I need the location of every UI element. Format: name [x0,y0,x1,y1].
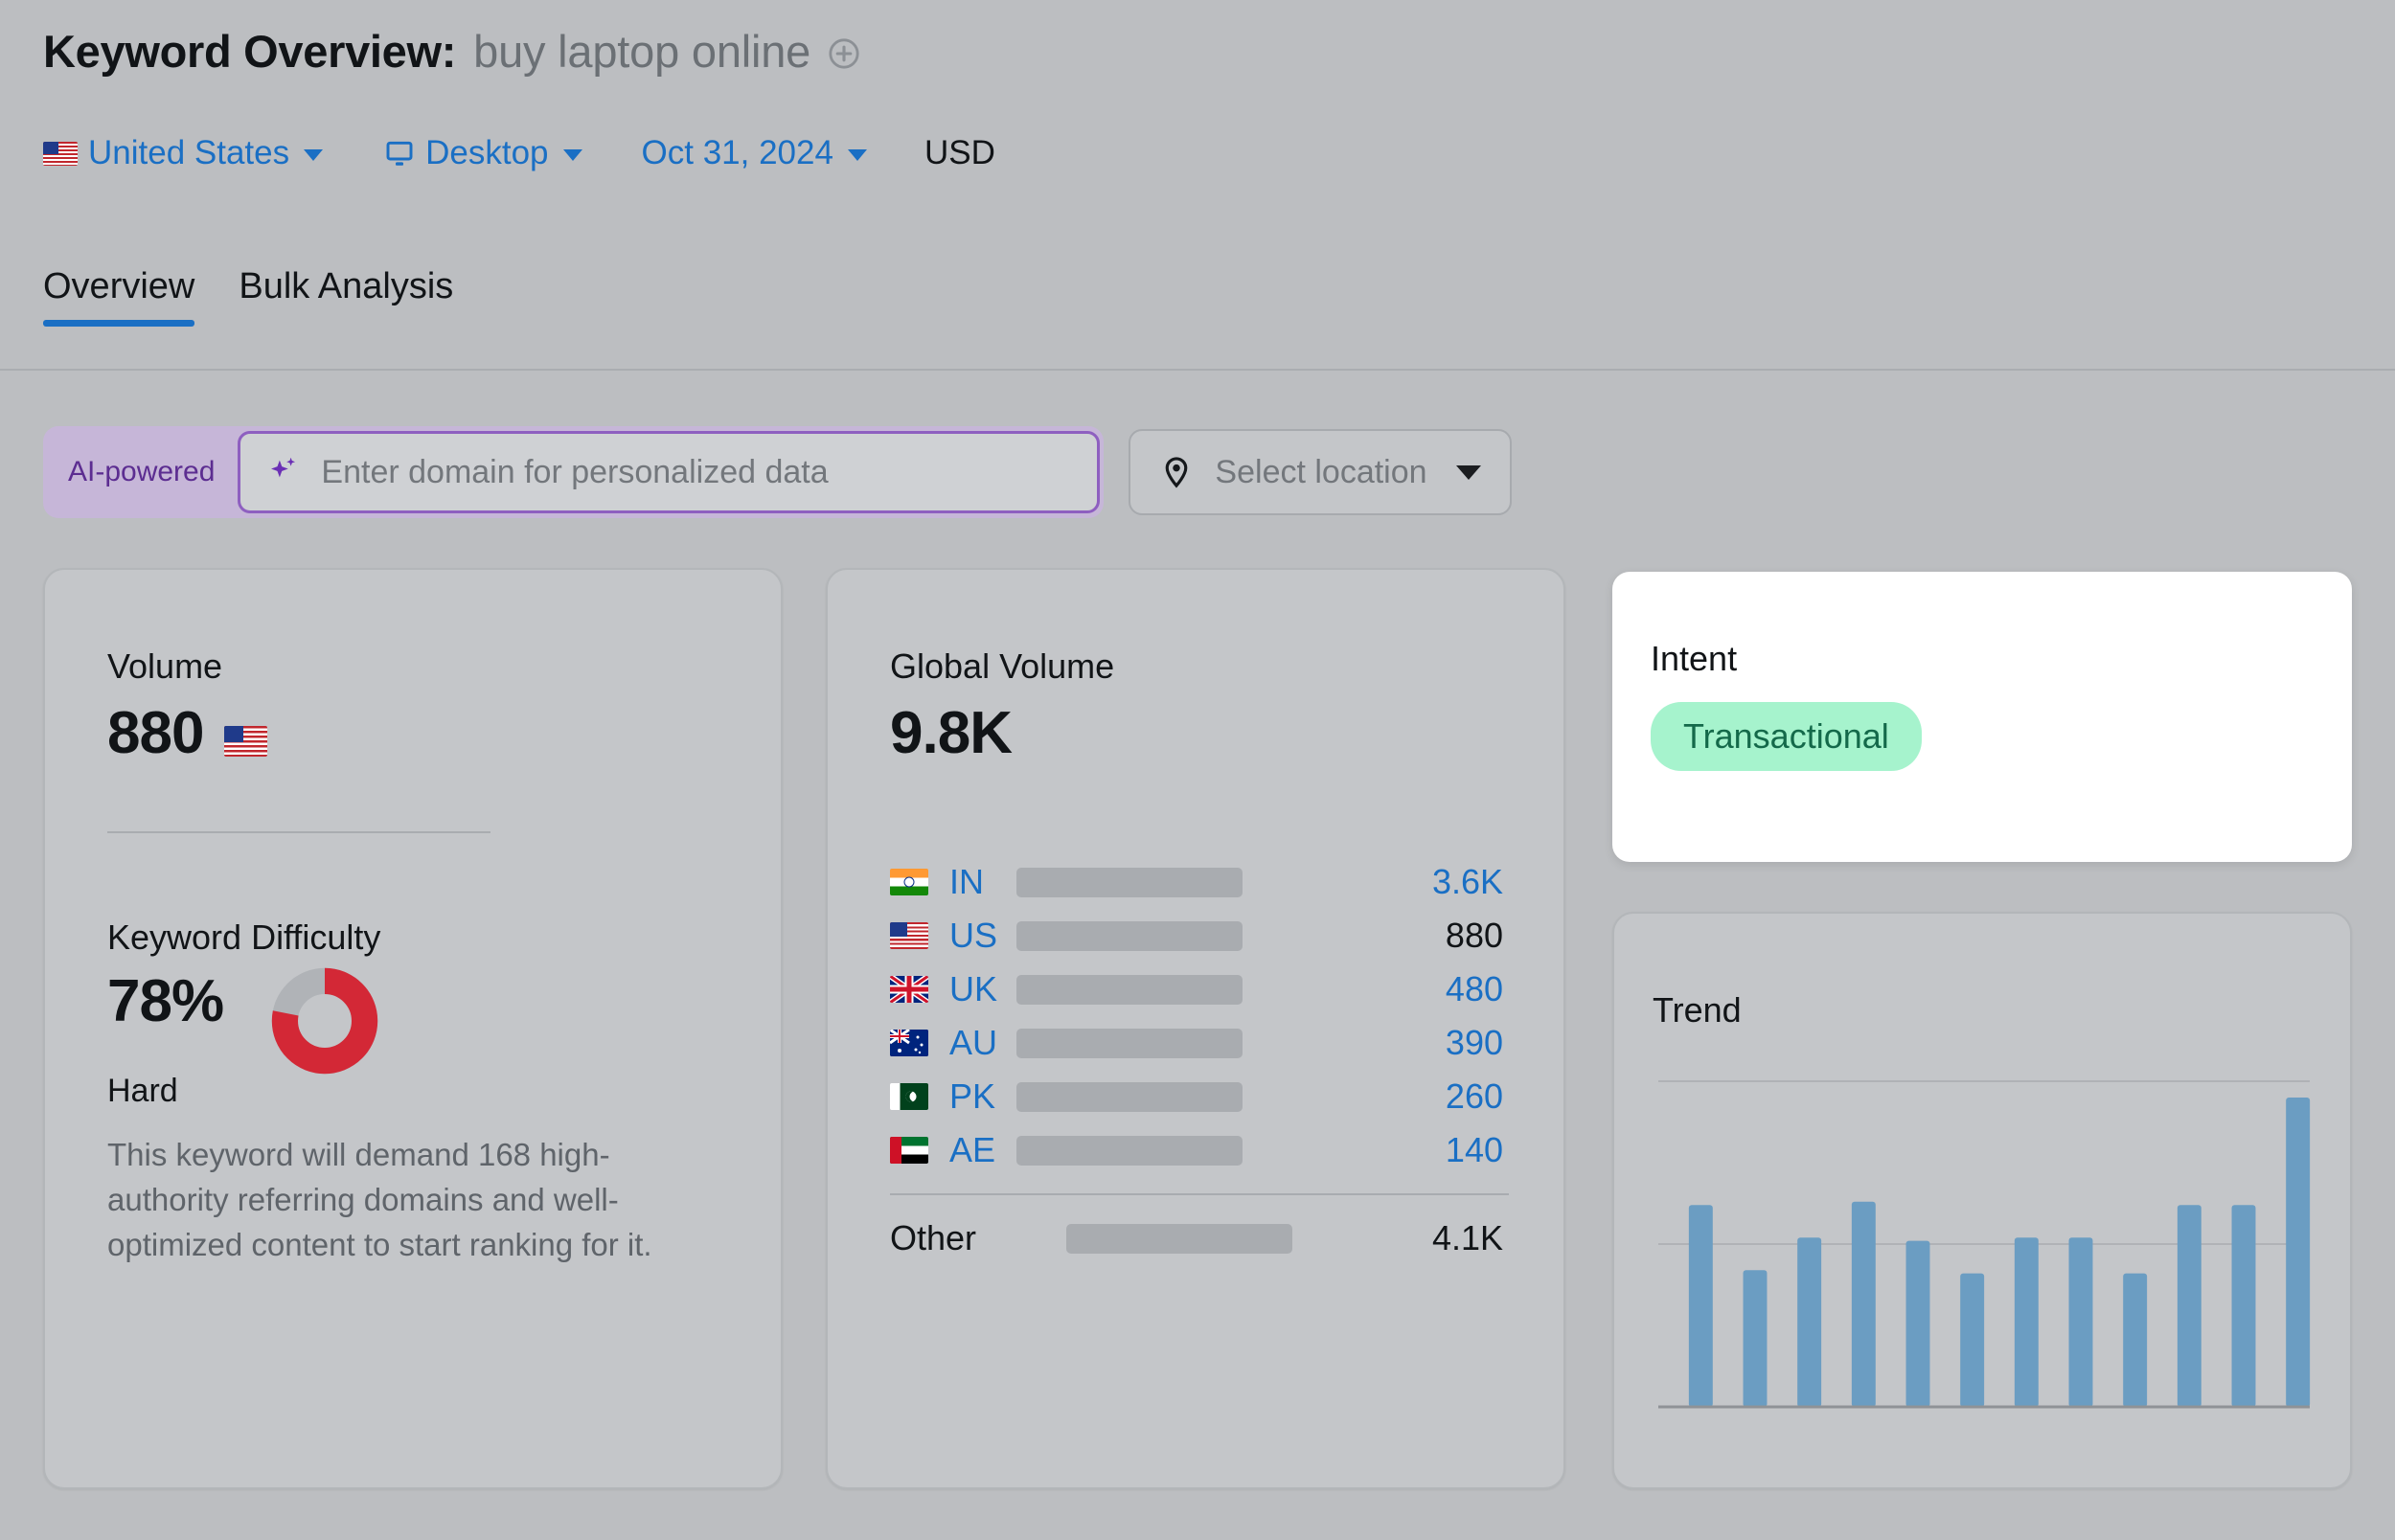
table-row[interactable]: US 880 [890,909,1509,962]
chevron-down-icon [848,149,867,161]
page-title-prefix: Keyword Overview: [43,25,456,78]
us-flag-icon [890,922,928,949]
country-code[interactable]: UK [928,969,1016,1009]
date-selector[interactable]: Oct 31, 2024 [642,134,867,172]
volume-value: 880 [107,699,203,767]
ai-filter-row: AI-powered Enter domain for personalized… [43,426,1512,518]
country-volume-value: 880 [1243,916,1509,956]
keyword-difficulty-description: This keyword will demand 168 high-author… [107,1133,720,1268]
tab-divider [0,369,2395,371]
trend-card: Trend [1612,912,2352,1489]
country-volume-list: IN 3.6K US 880 U [890,855,1509,1265]
page-title: Keyword Overview: buy laptop online [43,25,860,78]
table-row[interactable]: AU 390 [890,1016,1509,1070]
keyword-difficulty-level: Hard [107,1073,178,1110]
ai-powered-badge: AI-powered [68,456,238,488]
volume-bar-track [1016,868,1243,897]
domain-input[interactable]: Enter domain for personalized data [238,431,1100,513]
country-selector[interactable]: United States [43,134,323,172]
country-code[interactable]: IN [928,862,1016,902]
table-row[interactable]: AE 140 [890,1123,1509,1177]
intent-label: Intent [1651,639,1737,679]
volume-value-row: 880 [107,699,267,767]
country-volume-value[interactable]: 3.6K [1243,862,1509,902]
map-pin-icon [1159,455,1194,489]
country-label: United States [88,134,289,172]
intent-badge[interactable]: Transactional [1651,702,1922,771]
us-flag-icon [224,726,267,757]
other-value: 4.1K [1292,1218,1509,1258]
device-label: Desktop [425,134,548,172]
country-volume-value[interactable]: 480 [1243,969,1509,1009]
device-selector[interactable]: Desktop [384,134,582,172]
pk-flag-icon [890,1083,928,1110]
volume-label: Volume [107,646,222,687]
chevron-down-icon [563,149,582,161]
global-volume-value: 9.8K [890,699,1012,767]
other-volume-row: Other 4.1K [890,1212,1509,1265]
intent-card: Intent Transactional [1612,572,2352,862]
tab-overview[interactable]: Overview [43,266,194,327]
chevron-down-icon [304,149,323,161]
card-divider [107,831,490,833]
country-code[interactable]: AU [928,1023,1016,1063]
difficulty-donut-chart [271,967,378,1075]
country-code[interactable]: PK [928,1076,1016,1117]
keyword-difficulty-value-row: 78% [107,967,378,1075]
country-code[interactable]: US [928,916,1016,956]
country-code[interactable]: AE [928,1130,1016,1170]
volume-bar-track [1016,921,1243,951]
trend-bar-chart [1653,1062,2315,1431]
in-flag-icon [890,869,928,895]
monitor-icon [384,138,415,169]
tab-bar: Overview Bulk Analysis [43,266,453,327]
location-selector[interactable]: Select location [1129,429,1511,515]
location-label: Select location [1215,454,1426,491]
au-flag-icon [890,1030,928,1056]
table-row[interactable]: PK 260 [890,1070,1509,1123]
ai-domain-wrapper: AI-powered Enter domain for personalized… [43,426,1104,518]
volume-bar-track [1016,1082,1243,1112]
date-label: Oct 31, 2024 [642,134,833,172]
plus-circle-icon[interactable] [828,37,860,70]
global-volume-card: Global Volume 9.8K IN 3.6K US 880 [826,568,1565,1489]
sparkle-icon [265,454,302,490]
trend-label: Trend [1653,990,1742,1030]
table-row[interactable]: IN 3.6K [890,855,1509,909]
filter-bar: United States Desktop Oct 31, 2024 USD [43,134,995,172]
volume-card: Volume 880 Keyword Difficulty 78% Hard T… [43,568,783,1489]
currency-label: USD [924,134,995,172]
global-volume-label: Global Volume [890,646,1114,687]
volume-bar-track [1066,1224,1292,1254]
us-flag-icon [43,142,78,166]
country-volume-value[interactable]: 260 [1243,1076,1509,1117]
tab-bulk-analysis[interactable]: Bulk Analysis [239,266,453,327]
page-title-keyword: buy laptop online [473,25,810,78]
uk-flag-icon [890,976,928,1003]
keyword-difficulty-value: 78% [107,967,223,1035]
list-divider [890,1193,1509,1195]
ae-flag-icon [890,1137,928,1164]
other-label: Other [890,1218,1066,1258]
country-volume-value[interactable]: 140 [1243,1130,1509,1170]
volume-bar-track [1016,1136,1243,1166]
volume-bar-track [1016,1029,1243,1058]
keyword-difficulty-label: Keyword Difficulty [107,917,380,958]
country-volume-value[interactable]: 390 [1243,1023,1509,1063]
chevron-down-icon [1456,465,1481,480]
domain-input-placeholder: Enter domain for personalized data [321,454,828,491]
volume-bar-track [1016,975,1243,1005]
table-row[interactable]: UK 480 [890,962,1509,1016]
